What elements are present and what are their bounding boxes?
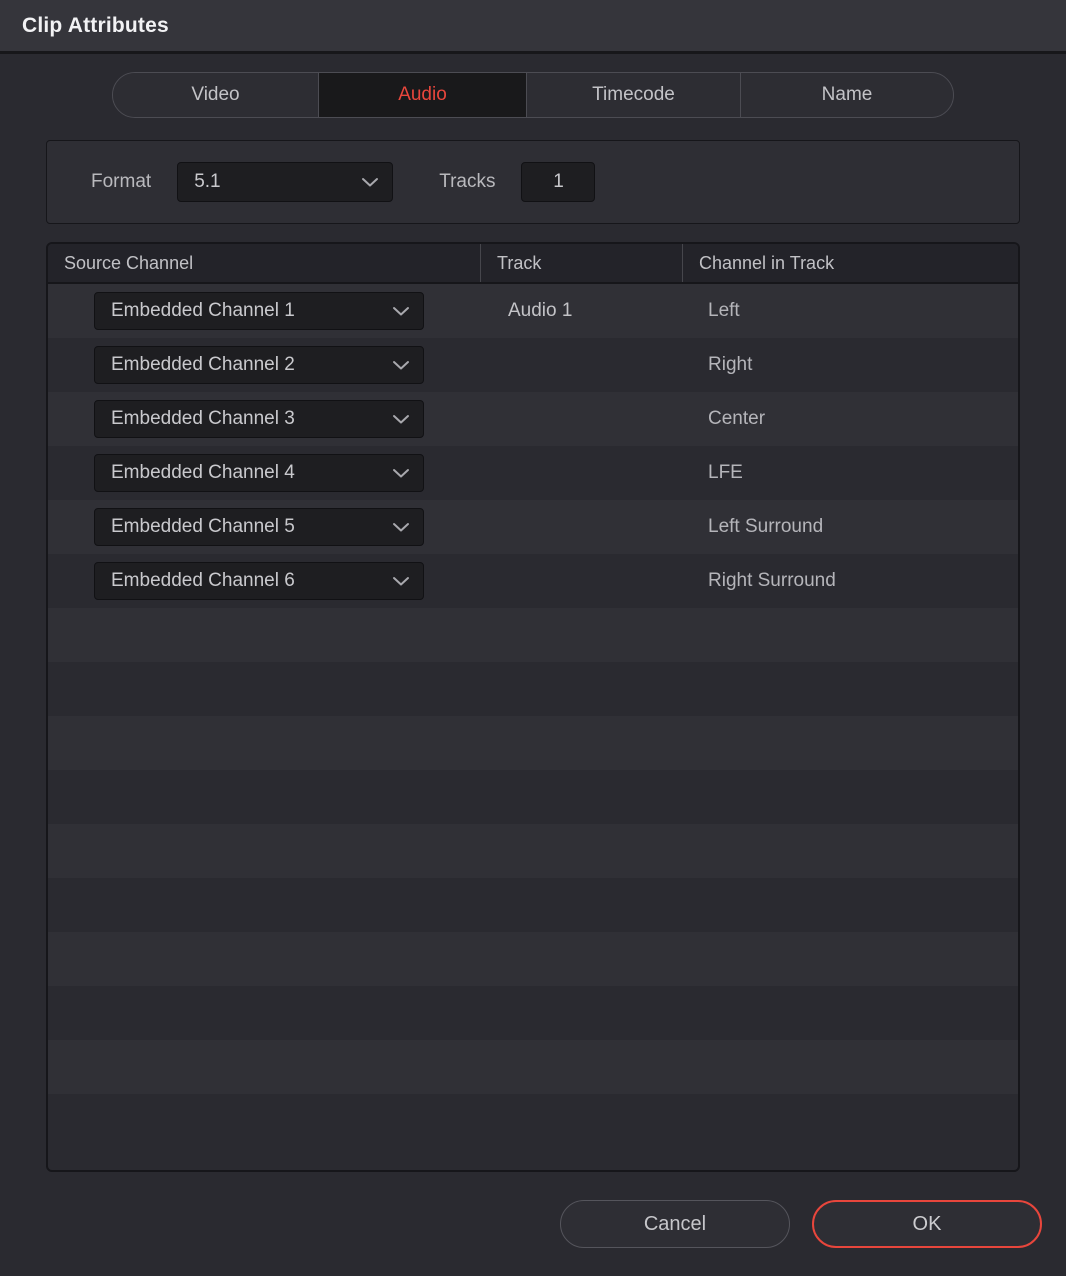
tracks-input[interactable] [521,162,596,202]
table-row-empty [48,824,1018,878]
table-row-empty [48,932,1018,986]
tab-timecode[interactable]: Timecode [527,73,741,117]
table-row-empty [48,608,1018,662]
cell-channel-in-track: Left Surround [708,516,824,537]
format-dropdown-value: 5.1 [194,171,221,192]
tab-video[interactable]: Video [113,73,319,117]
chevron-down-icon [391,413,411,425]
audio-format-panel: Format 5.1 Tracks [46,140,1020,224]
table-row: Embedded Channel 5 Left Surround [48,500,1018,554]
table-row: Embedded Channel 4 LFE [48,446,1018,500]
source-channel-dropdown-value: Embedded Channel 6 [111,570,295,591]
dialog-titlebar: Clip Attributes [0,0,1066,54]
cancel-button[interactable]: Cancel [560,1200,790,1248]
cell-channel-in-track: Right [708,354,753,375]
cell-channel-in-track: Center [708,408,766,429]
cell-channel-in-track: LFE [708,462,743,483]
table-row-empty [48,986,1018,1040]
tab-bar-region: Video Audio Timecode Name [0,54,1066,130]
cell-source-channel: Embedded Channel 4 [48,454,480,492]
chevron-down-icon [391,467,411,479]
format-label: Format [91,171,152,192]
cell-channel-in-track: Left [708,300,740,321]
cell-source-channel: Embedded Channel 6 [48,562,480,600]
source-channel-dropdown-value: Embedded Channel 1 [111,300,295,321]
cancel-button-label: Cancel [643,1212,707,1235]
table-row: Embedded Channel 3 Center [48,392,1018,446]
cell-source-channel: Embedded Channel 2 [48,346,480,384]
column-header-channel-in-track: Channel in Track [682,244,1018,282]
cell-source-channel: Embedded Channel 5 [48,508,480,546]
table-row-empty [48,878,1018,932]
source-channel-dropdown[interactable]: Embedded Channel 6 [94,562,424,600]
tab-timecode-label: Timecode [592,84,675,105]
source-channel-dropdown[interactable]: Embedded Channel 5 [94,508,424,546]
chevron-down-icon [360,176,380,188]
column-header-track: Track [480,244,682,282]
clip-attributes-dialog: Clip Attributes Video Audio Timecode Nam… [0,0,1066,1276]
column-header-source-channel: Source Channel [64,252,194,273]
chevron-down-icon [391,521,411,533]
tab-audio-label: Audio [398,84,447,105]
format-dropdown[interactable]: 5.1 [177,162,394,202]
chevron-down-icon [391,575,411,587]
cell-channel-in-track: Right Surround [708,570,836,591]
source-channel-dropdown-value: Embedded Channel 2 [111,354,295,375]
tab-name-label: Name [821,84,873,105]
table-row-empty [48,716,1018,770]
tab-bar: Video Audio Timecode Name [112,72,954,118]
cell-track: Audio 1 [508,300,573,321]
channel-mapping-table: Source Channel Track Channel in Track Em… [46,242,1020,1172]
source-channel-dropdown[interactable]: Embedded Channel 1 [94,292,424,330]
source-channel-dropdown[interactable]: Embedded Channel 4 [94,454,424,492]
table-body: Embedded Channel 1 Audio 1 Left Embedded Ch… [48,284,1018,1170]
table-row: Embedded Channel 1 Audio 1 Left [48,284,1018,338]
source-channel-dropdown[interactable]: Embedded Channel 2 [94,346,424,384]
table-row-empty [48,662,1018,716]
tab-name[interactable]: Name [741,73,953,117]
chevron-down-icon [391,305,411,317]
page-title: Clip Attributes [22,13,169,37]
table-header-row: Source Channel Track Channel in Track [48,244,1018,284]
tracks-label: Tracks [439,171,496,192]
ok-button-label: OK [912,1212,942,1235]
table-row-empty [48,1040,1018,1094]
table-row-empty [48,770,1018,824]
tab-audio[interactable]: Audio [319,73,527,117]
tab-video-label: Video [191,84,240,105]
cell-source-channel: Embedded Channel 3 [48,400,480,438]
chevron-down-icon [391,359,411,371]
source-channel-dropdown-value: Embedded Channel 3 [111,408,295,429]
cell-source-channel: Embedded Channel 1 [48,292,480,330]
ok-button[interactable]: OK [812,1200,1042,1248]
source-channel-dropdown-value: Embedded Channel 5 [111,516,295,537]
table-row: Embedded Channel 6 Right Surround [48,554,1018,608]
source-channel-dropdown-value: Embedded Channel 4 [111,462,295,483]
dialog-footer: Cancel OK [0,1172,1066,1276]
table-row: Embedded Channel 2 Right [48,338,1018,392]
source-channel-dropdown[interactable]: Embedded Channel 3 [94,400,424,438]
